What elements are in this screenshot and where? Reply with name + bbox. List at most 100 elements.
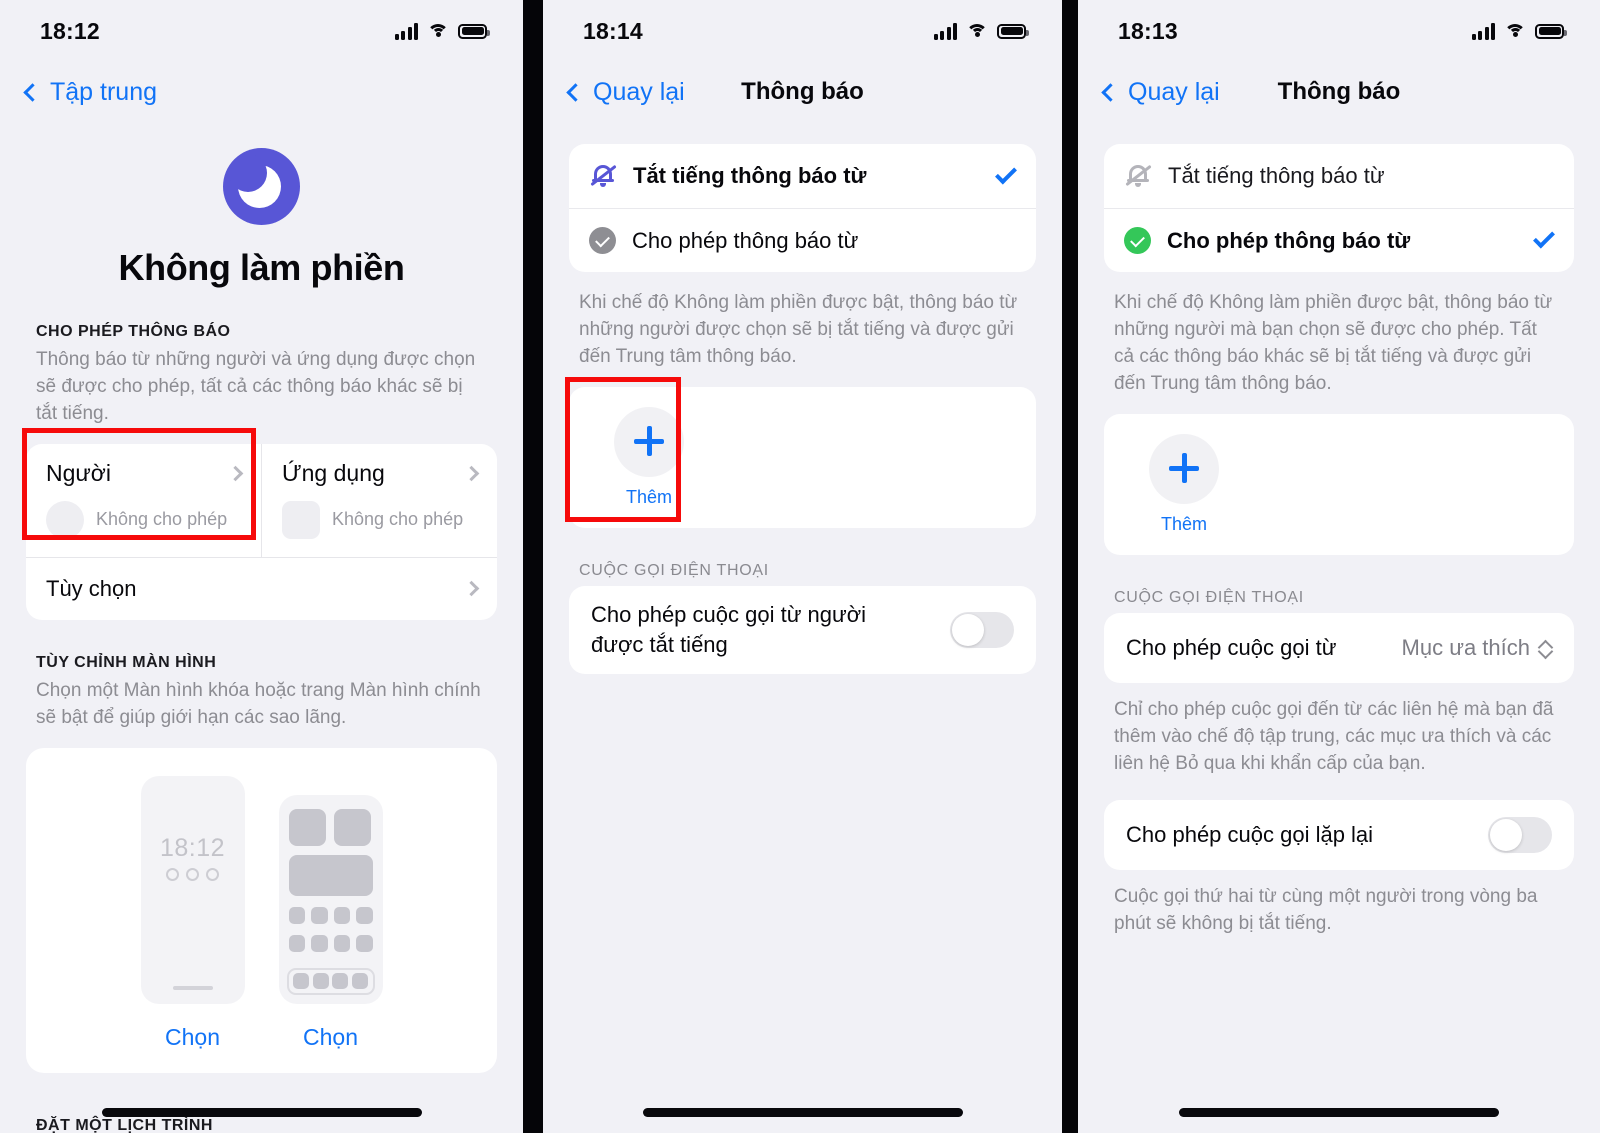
crescent-moon-icon [223, 148, 300, 225]
chevron-left-icon [566, 82, 585, 102]
row-repeat-calls[interactable]: Cho phép cuộc gọi lặp lại [1104, 800, 1574, 870]
status-icons [1471, 22, 1567, 40]
section-desc-notifications: Thông báo từ những người và ứng dụng đượ… [36, 349, 476, 424]
option-allow-label: Cho phép thông báo từ [1167, 227, 1411, 253]
screen-preview-actions: Chọn Chọn [26, 1024, 497, 1051]
option-allow-notifications[interactable]: Cho phép thông báo từ [569, 208, 1036, 272]
battery-full-icon [1535, 23, 1567, 39]
section-header-notifications: CHO PHÉP THÔNG BÁO [36, 323, 231, 340]
row-allow-calls-muted[interactable]: Cho phép cuộc gọi từ người được tắt tiến… [569, 586, 1036, 674]
mode-description: Khi chế độ Không làm phiền được bật, thô… [1114, 292, 1553, 394]
chevron-right-icon [463, 465, 480, 482]
repeat-calls-card: Cho phép cuộc gọi lặp lại [1104, 799, 1574, 870]
cellular-bars-icon [933, 22, 957, 40]
allow-calls-from-card: Cho phép cuộc gọi từ Mục ưa thích [1104, 612, 1574, 683]
nav-bar: Quay lại Thông báo [543, 62, 1062, 122]
cellular-bars-icon [394, 22, 418, 40]
repeat-calls-toggle[interactable] [1488, 816, 1552, 853]
option-mute-label: Tắt tiếng thông báo từ [1168, 163, 1385, 188]
section-header-calls: CUỘC GỌI ĐIỆN THOẠI [1114, 588, 1304, 606]
wifi-icon [1504, 23, 1526, 40]
section-desc-screen: Chọn một Màn hình khóa hoặc trang Màn hì… [36, 679, 481, 728]
notification-mode-card: Tắt tiếng thông báo từ Cho phép thông bá… [1104, 144, 1574, 272]
option-mute-notifications[interactable]: Tắt tiếng thông báo từ [1104, 144, 1574, 208]
battery-full-icon [458, 23, 490, 39]
chevron-right-icon [227, 465, 244, 482]
home-screen-mock [278, 794, 383, 1004]
lock-screen-mock: 18:12 [140, 775, 245, 1004]
calls-card: Cho phép cuộc gọi từ người được tắt tiến… [569, 585, 1036, 674]
tile-people-status: Không cho phép [46, 500, 241, 539]
add-button[interactable]: Thêm [593, 406, 705, 508]
lock-preview-dots [141, 867, 245, 881]
chevron-right-icon [463, 581, 480, 597]
back-button[interactable]: Quay lại [1101, 78, 1220, 107]
panel1-content: Không làm phiền CHO PHÉP THÔNG BÁO Thông… [0, 122, 523, 1133]
checkmark-badge-icon [589, 227, 616, 254]
nav-bar: Tập trung [0, 62, 523, 122]
app-grid-row [288, 934, 373, 952]
tile-apps-status: Không cho phép [282, 500, 477, 539]
row-options[interactable]: Tùy chọn [26, 558, 497, 620]
lock-preview-time: 18:12 [159, 833, 226, 862]
option-mute-label: Tắt tiếng thông báo từ [633, 163, 867, 188]
row-allow-calls-from[interactable]: Cho phép cuộc gọi từ Mục ưa thích [1104, 613, 1574, 683]
status-icons [933, 22, 1029, 40]
app-grid-row [288, 906, 373, 924]
chevron-left-icon [1101, 82, 1120, 102]
allow-calls-muted-toggle[interactable] [950, 611, 1014, 648]
tile-people[interactable]: Người Không cho phép [26, 444, 261, 557]
add-label: Thêm [1160, 513, 1207, 534]
status-time: 18:12 [40, 17, 100, 44]
tile-apps[interactable]: Ứng dụng Không cho phép [261, 443, 497, 557]
panel2-content: Tắt tiếng thông báo từ Cho phép thông bá… [543, 122, 1062, 674]
tile-apps-status-label: Không cho phép [332, 509, 464, 530]
add-people-card: Thêm [569, 386, 1036, 528]
option-mute-notifications[interactable]: Tắt tiếng thông báo từ [569, 144, 1036, 208]
checkmark-badge-icon [1124, 227, 1151, 254]
back-button[interactable]: Quay lại [566, 78, 685, 107]
tile-apps-title: Ứng dụng [282, 459, 385, 486]
status-bar: 18:12 [0, 0, 523, 62]
home-indicator [101, 1108, 422, 1117]
choose-lock-screen-button[interactable]: Chọn [141, 1024, 245, 1051]
panel-divider [523, 0, 543, 1133]
allow-notifications-tiles: Người Không cho phép Ứng dụng Không cho … [26, 443, 497, 557]
lock-screen-preview[interactable]: 18:12 [140, 775, 245, 1004]
tile-apps-header: Ứng dụng [282, 459, 480, 487]
home-screen-preview[interactable] [278, 794, 383, 1004]
wifi-icon [427, 23, 449, 40]
options-row-card: Tùy chọn [26, 556, 497, 620]
notification-mode-card: Tắt tiếng thông báo từ Cho phép thông bá… [569, 144, 1036, 272]
cellular-bars-icon [1471, 22, 1495, 40]
page-title: Không làm phiền [118, 247, 405, 288]
allow-calls-from-value-group[interactable]: Mục ưa thích [1402, 635, 1552, 661]
add-button[interactable]: Thêm [1128, 433, 1240, 535]
dock [286, 967, 375, 995]
lock-preview-home-bar [172, 985, 213, 990]
choose-home-screen-button[interactable]: Chọn [279, 1024, 383, 1051]
repeat-calls-description: Cuộc gọi thứ hai từ cùng một người trong… [1114, 885, 1538, 934]
option-allow-notifications[interactable]: Cho phép thông báo từ [1104, 208, 1574, 272]
allow-calls-from-value: Mục ưa thích [1401, 634, 1530, 660]
status-icons [394, 22, 490, 40]
option-allow-label: Cho phép thông báo từ [632, 227, 859, 253]
tile-people-title: Người [46, 459, 111, 486]
panel-notifications-allow: 18:13 Quay lại Thông báo Tắt tiếng thông… [1078, 0, 1600, 1133]
wide-widget [288, 854, 373, 896]
add-people-card: Thêm [1104, 413, 1574, 555]
back-label: Tập trung [50, 77, 158, 106]
row-allow-calls-muted-label: Cho phép cuộc gọi từ người được tắt tiến… [591, 602, 867, 657]
checkmark-icon [1533, 226, 1555, 249]
panel-notifications-mute: 18:14 Quay lại Thông báo Tắt tiếng thông… [543, 0, 1062, 1133]
checkmark-icon [995, 162, 1017, 184]
tile-people-header: Người [46, 459, 244, 487]
row-options-label: Tùy chọn [46, 575, 137, 601]
back-button[interactable]: Tập trung [23, 77, 158, 107]
panel-divider [1062, 0, 1078, 1133]
allow-calls-from-description: Chỉ cho phép cuộc gọi đến từ các liên hệ… [1114, 698, 1554, 774]
plus-icon [1149, 433, 1219, 504]
wifi-icon [966, 23, 988, 40]
plus-icon [614, 406, 684, 477]
status-bar: 18:13 [1078, 0, 1600, 62]
